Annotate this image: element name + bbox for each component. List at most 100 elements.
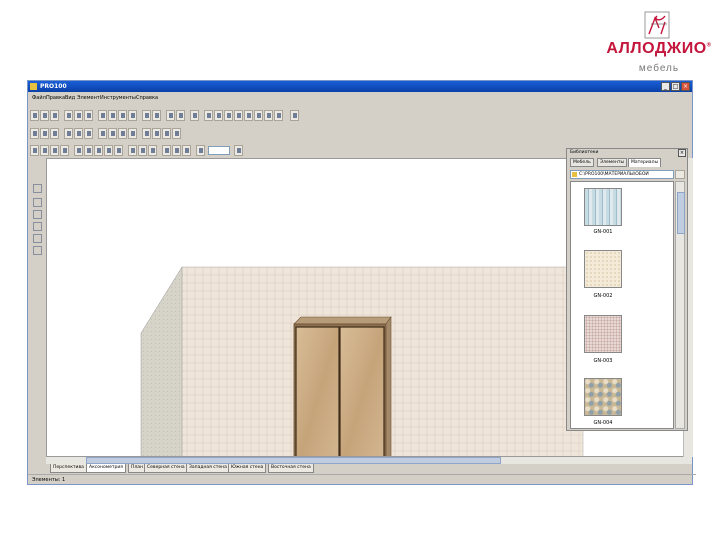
status-bar: Элементы: 1: [28, 474, 696, 485]
tab-south-wall[interactable]: Южная стена: [228, 464, 267, 473]
tab-perspective[interactable]: Перспектива: [50, 464, 87, 473]
library-tab-materials[interactable]: Материалы: [628, 158, 661, 167]
library-scrollbar[interactable]: [675, 181, 685, 429]
ungroup-icon[interactable]: [94, 145, 103, 156]
scale-tool-icon[interactable]: [32, 221, 42, 231]
library-scroll-thumb[interactable]: [677, 192, 685, 234]
shelf-icon[interactable]: [60, 145, 69, 156]
material-swatch[interactable]: [584, 188, 622, 226]
tab-north-wall[interactable]: Северная стена: [144, 464, 188, 473]
rotate-tool-icon[interactable]: [32, 197, 42, 207]
material-label: GN-001: [593, 229, 613, 235]
align-right-icon[interactable]: [50, 128, 59, 139]
move-tool-icon[interactable]: [32, 209, 42, 219]
flip-icon[interactable]: [172, 128, 181, 139]
render-icon[interactable]: [254, 110, 263, 121]
folder-up-icon[interactable]: [675, 170, 685, 179]
properties-icon[interactable]: [64, 110, 73, 121]
scroll-thumb[interactable]: [86, 457, 501, 464]
logo-subtitle: мебель: [638, 63, 680, 74]
delete-icon[interactable]: [128, 110, 137, 121]
zoom-tool-icon[interactable]: [32, 245, 42, 255]
align-left-icon[interactable]: [30, 128, 39, 139]
no-entry-icon[interactable]: [172, 145, 181, 156]
horizontal-scrollbar[interactable]: [46, 457, 692, 464]
rotate-left-icon[interactable]: [142, 128, 151, 139]
minimize-button[interactable]: _: [661, 82, 670, 91]
redo-icon[interactable]: [152, 110, 161, 121]
menu-element[interactable]: Элемент: [77, 95, 100, 101]
library-close-button[interactable]: ×: [678, 149, 686, 157]
library-tab-furniture[interactable]: Мебель: [570, 158, 594, 167]
measure-tool-icon[interactable]: [32, 233, 42, 243]
box-icon[interactable]: [30, 145, 39, 156]
align-top-icon[interactable]: [64, 128, 73, 139]
light-icon[interactable]: [274, 110, 283, 121]
menu-edit[interactable]: Правка: [46, 95, 65, 101]
view-window-icon[interactable]: [214, 110, 223, 121]
material-swatch[interactable]: [584, 315, 622, 353]
preview-icon[interactable]: [84, 110, 93, 121]
report-icon[interactable]: [190, 110, 199, 121]
zoom-in-icon[interactable]: [166, 110, 175, 121]
print-icon[interactable]: [74, 110, 83, 121]
texture-icon[interactable]: [138, 145, 147, 156]
zoom-out-icon[interactable]: [176, 110, 185, 121]
material-swatch[interactable]: [584, 250, 622, 288]
new-icon[interactable]: [30, 110, 39, 121]
align-center-icon[interactable]: [40, 128, 49, 139]
menu-help[interactable]: Справка: [136, 95, 158, 101]
globe-icon[interactable]: [182, 145, 191, 156]
maximize-button[interactable]: □: [671, 82, 680, 91]
close-button[interactable]: ×: [681, 82, 690, 91]
library-path-select[interactable]: C:\PRO100\МАТЕРИАЛЫ\ОБОИ: [570, 170, 674, 179]
same-height-icon[interactable]: [128, 128, 137, 139]
save-icon[interactable]: [50, 110, 59, 121]
align-middle-icon[interactable]: [74, 128, 83, 139]
view-pan-icon[interactable]: [244, 110, 253, 121]
tab-axonometry[interactable]: Аксонометрия: [86, 464, 126, 473]
help-icon[interactable]: [234, 145, 243, 156]
same-width-icon[interactable]: [118, 128, 127, 139]
align-bottom-icon[interactable]: [84, 128, 93, 139]
sum-icon[interactable]: [290, 110, 299, 121]
group-icon[interactable]: [84, 145, 93, 156]
library-tab-elements[interactable]: Элементы: [597, 158, 628, 167]
title-bar: PRO100 _ □ ×: [28, 81, 692, 92]
tab-west-wall[interactable]: Западная стена: [186, 464, 230, 473]
menu-file[interactable]: Файл: [32, 95, 46, 101]
lock-icon[interactable]: [104, 145, 113, 156]
wardrobe-door-left: [295, 326, 340, 456]
undo-red-icon[interactable]: [162, 145, 171, 156]
cut-icon[interactable]: [98, 110, 107, 121]
select-tool-icon[interactable]: [32, 183, 42, 193]
distribute-h-icon[interactable]: [98, 128, 107, 139]
copy-icon[interactable]: [108, 110, 117, 121]
zoom-select[interactable]: [208, 146, 230, 155]
material-swatch[interactable]: [584, 378, 622, 416]
view-fit-icon[interactable]: [234, 110, 243, 121]
panel-icon[interactable]: [74, 145, 83, 156]
open-icon[interactable]: [40, 110, 49, 121]
magnifier-icon[interactable]: [196, 145, 205, 156]
distribute-v-icon[interactable]: [108, 128, 117, 139]
menu-bar: Файл Правка Вид Элемент Инструменты Спра…: [28, 93, 692, 104]
menu-view[interactable]: Вид: [65, 95, 75, 101]
rotate-right-icon[interactable]: [152, 128, 161, 139]
wardrobe[interactable]: [293, 316, 392, 457]
door-icon[interactable]: [40, 145, 49, 156]
toolbar-standard: [28, 108, 692, 124]
material-icon[interactable]: [128, 145, 137, 156]
camera-icon[interactable]: [264, 110, 273, 121]
view-zoom-icon[interactable]: [224, 110, 233, 121]
hide-icon[interactable]: [114, 145, 123, 156]
undo-icon[interactable]: [142, 110, 151, 121]
menu-tools[interactable]: Инструменты: [100, 95, 136, 101]
tab-east-wall[interactable]: Восточная стена: [268, 464, 314, 473]
mirror-icon[interactable]: [162, 128, 171, 139]
grid-icon[interactable]: [148, 145, 157, 156]
paste-icon[interactable]: [118, 110, 127, 121]
drawer-icon[interactable]: [50, 145, 59, 156]
view-select-icon[interactable]: [204, 110, 213, 121]
logo-wordmark: АЛЛОДЖИО®: [606, 40, 712, 57]
